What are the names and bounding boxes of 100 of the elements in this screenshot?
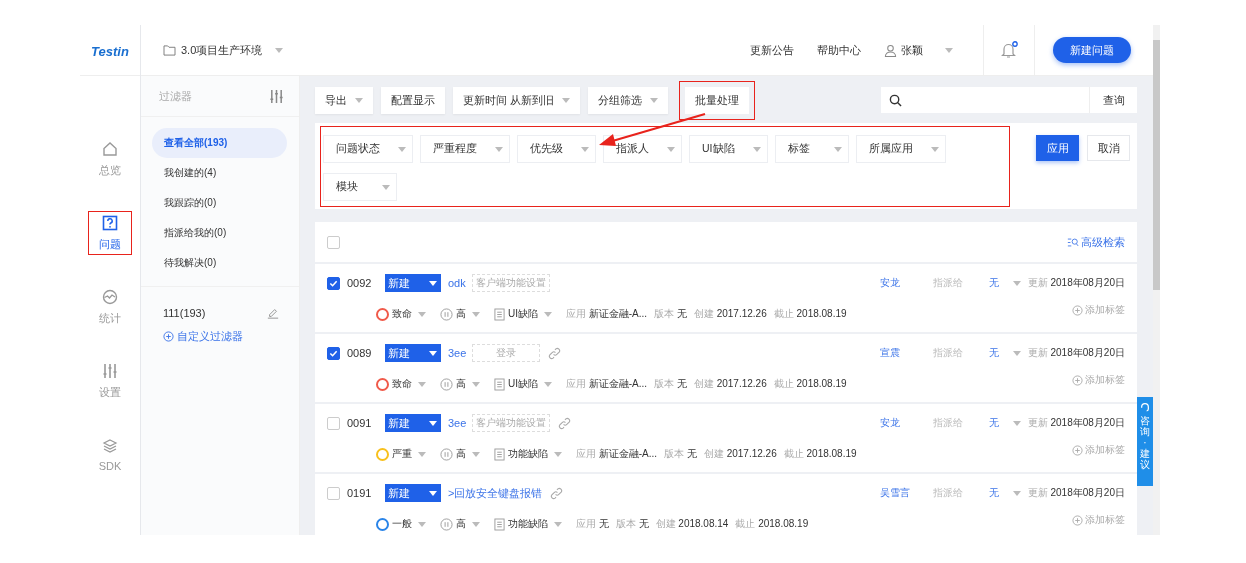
filter-item[interactable]: 我跟踪的(0)	[152, 188, 287, 218]
priority-dropdown[interactable]: 高	[440, 377, 480, 391]
caret-icon	[554, 521, 562, 527]
apply-button[interactable]: 应用	[1036, 135, 1079, 161]
filter-dropdown[interactable]: 问题状态	[323, 135, 413, 163]
severity-dropdown[interactable]: 致命	[376, 307, 426, 321]
cancel-button[interactable]: 取消	[1087, 135, 1130, 161]
toolbar-button[interactable]: 配置显示	[381, 86, 445, 114]
status-dropdown[interactable]: 新建	[385, 344, 441, 362]
new-issue-button[interactable]: 新建问题	[1053, 37, 1131, 63]
advanced-search-link[interactable]: 高级检索	[1067, 234, 1125, 250]
header-link[interactable]: 帮助中心	[817, 42, 861, 58]
bell-icon[interactable]	[1000, 41, 1018, 59]
issue-card[interactable]: 0191 新建 >回放安全键盘报错 吴雪言 指派给 无 更新 2018年08月20日 一般 高 功能缺陷 应用 无 版本 无 创建 2018.08.14 截止 2018.08.19 添加标签	[315, 474, 1137, 535]
check-icon	[329, 278, 338, 288]
link-icon[interactable]	[558, 416, 572, 430]
add-filter-link[interactable]: 自定义过滤器	[163, 329, 279, 344]
filter-dropdown[interactable]: 模块	[323, 173, 397, 201]
filter-dropdown[interactable]: 标签	[774, 135, 849, 163]
status-dropdown[interactable]: 新建	[385, 484, 441, 502]
caret-icon	[472, 521, 480, 527]
home-icon	[102, 140, 118, 157]
updated-date: 更新 2018年08月20日	[1027, 416, 1125, 430]
toolbar-button[interactable]: 批量处理	[679, 80, 756, 120]
assignee-name[interactable]: 安龙	[879, 416, 933, 430]
caret-icon	[544, 381, 552, 387]
type-dropdown[interactable]: 功能缺陷	[494, 447, 562, 461]
filter-dropdown[interactable]: 优先级	[517, 135, 596, 163]
assign-value[interactable]: 无	[988, 346, 1013, 360]
filter-dropdown[interactable]: 严重程度	[420, 135, 510, 163]
checkbox[interactable]	[327, 346, 340, 360]
checkbox[interactable]	[327, 276, 340, 290]
priority-dropdown[interactable]: 高	[440, 517, 480, 531]
custom-filter[interactable]: 111(193)	[163, 307, 206, 319]
pencil-icon[interactable]	[267, 307, 279, 319]
priority-dropdown[interactable]: 高	[440, 447, 480, 461]
assign-value[interactable]: 无	[988, 486, 1013, 500]
assignee-name[interactable]: 吴雪言	[879, 486, 933, 500]
caret-icon	[752, 146, 761, 152]
caret-icon	[355, 97, 363, 103]
project-selector[interactable]: 3.0项目生产环境	[163, 42, 284, 58]
meta-field: 版本 无	[664, 447, 697, 461]
meta-field: 版本 无	[654, 307, 687, 321]
severity-dropdown[interactable]: 一般	[376, 517, 426, 531]
toolbar-button[interactable]: 分组筛选	[588, 86, 669, 114]
filter-dropdown[interactable]: 所属应用	[855, 135, 946, 163]
caret-icon	[418, 381, 426, 387]
caret-icon	[544, 311, 552, 317]
filter-item[interactable]: 指派给我的(0)	[152, 218, 287, 248]
document-icon	[494, 517, 505, 531]
user-menu[interactable]: 张颖	[884, 42, 953, 58]
logo[interactable]: Testin	[80, 25, 140, 76]
type-dropdown[interactable]: 功能缺陷	[494, 517, 562, 531]
filter-item[interactable]: 待我解决(0)	[152, 248, 287, 278]
caret-icon[interactable]	[1012, 350, 1021, 356]
filter-item[interactable]: 查看全部(193)	[152, 128, 287, 158]
search-icon	[889, 93, 902, 107]
user-icon	[884, 43, 897, 57]
plus-circle-icon	[1072, 444, 1083, 456]
type-dropdown[interactable]: UI缺陷	[494, 377, 552, 391]
header-link[interactable]: 更新公告	[750, 42, 794, 58]
issue-card[interactable]: 0089 新建 3ee 登录 宣震 指派给 无 更新 2018年08月20日 致命 高 UI缺陷 应用 新证金融-A... 版本 无 创建 2017.12.26 截止 2018.08.19 添加标签	[315, 334, 1137, 402]
issue-card[interactable]: 0091 新建 3ee 客户端功能设置 安龙 指派给 无 更新 2018年08月20日 严重 高 功能缺陷 应用 新证金融-A... 版本 无 创建 2017.12.26 截止 2018.08.19 添加标签	[315, 404, 1137, 472]
caret-icon[interactable]	[1012, 490, 1021, 496]
issue-title-link[interactable]: 3ee	[448, 417, 467, 429]
plus-circle-icon	[163, 331, 174, 342]
plus-circle-icon	[1072, 514, 1083, 526]
type-dropdown[interactable]: UI缺陷	[494, 307, 552, 321]
filter-dropdown[interactable]: UI缺陷	[689, 135, 768, 163]
status-dropdown[interactable]: 新建	[385, 274, 441, 292]
assignee-name[interactable]: 安龙	[879, 276, 933, 290]
scrollbar[interactable]	[1153, 25, 1160, 535]
assign-value[interactable]: 无	[988, 416, 1013, 430]
issue-card[interactable]: 0092 新建 odk 客户端功能设置 安龙 指派给 无 更新 2018年08月20日 致命 高 UI缺陷 应用 新证金融-A... 版本 无 创建 2017.12.26 截止 2018.08.19 添加标签	[315, 264, 1137, 332]
issue-title-link[interactable]: >回放安全键盘报错	[448, 485, 543, 501]
link-icon[interactable]	[550, 486, 564, 500]
meta-field: 应用 无	[576, 517, 609, 531]
toolbar-button[interactable]: 导出	[315, 86, 373, 114]
meta-field: 截止 2018.08.19	[735, 517, 809, 531]
nav-item[interactable]: 问题	[88, 211, 132, 255]
assign-value[interactable]: 无	[988, 276, 1013, 290]
assignee-name[interactable]: 宣震	[879, 346, 933, 360]
status-dropdown[interactable]: 新建	[385, 414, 441, 432]
severity-dropdown[interactable]: 致命	[376, 377, 426, 391]
assign-label: 指派给	[932, 276, 964, 290]
caret-icon[interactable]	[1012, 280, 1021, 286]
issue-title-link[interactable]: odk	[448, 277, 466, 289]
caret-icon	[429, 350, 437, 356]
caret-icon	[945, 47, 953, 53]
link-icon[interactable]	[548, 346, 562, 360]
filter-item[interactable]: 我创建的(4)	[152, 158, 287, 188]
caret-icon[interactable]	[1012, 420, 1021, 426]
toolbar-button[interactable]: 更新时间 从新到旧	[453, 86, 581, 114]
issue-title-link[interactable]: 3ee	[448, 347, 467, 359]
priority-dropdown[interactable]: 高	[440, 307, 480, 321]
caret-icon	[429, 420, 437, 426]
caret-icon	[472, 381, 480, 387]
meta-field: 截止 2018.08.19	[783, 447, 857, 461]
sliders-icon[interactable]	[269, 88, 284, 104]
severity-dropdown[interactable]: 严重	[376, 447, 426, 461]
